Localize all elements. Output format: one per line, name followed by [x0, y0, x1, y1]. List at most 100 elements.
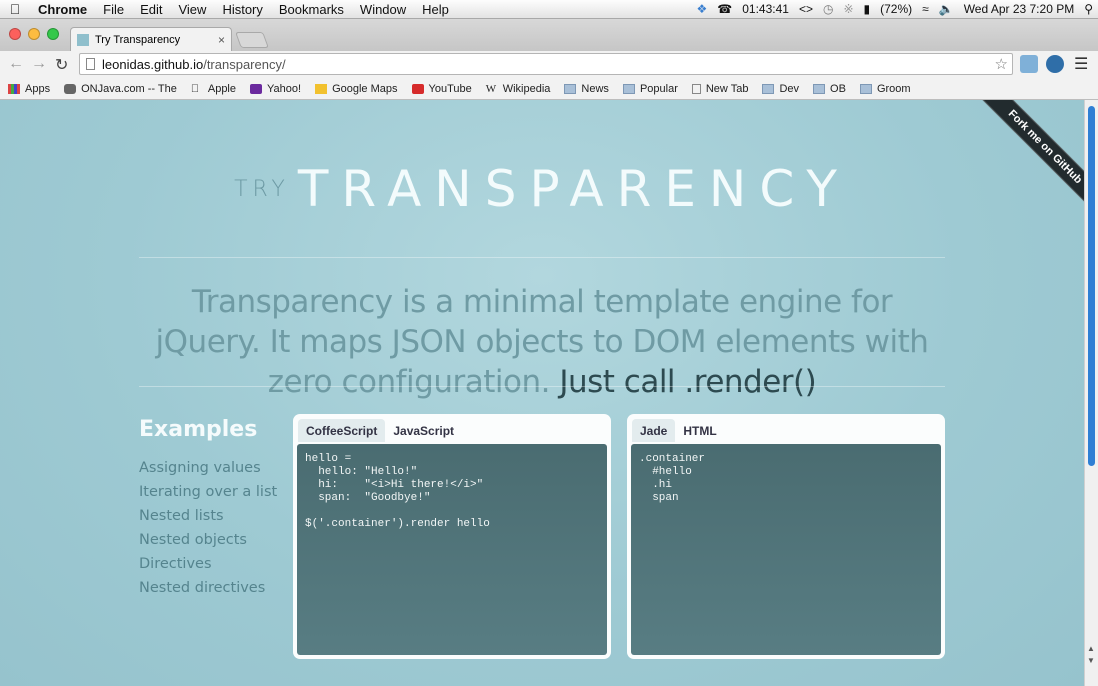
- bluetooth-icon[interactable]: ※: [838, 2, 858, 16]
- examples-heading: Examples: [139, 417, 258, 442]
- hamburger-menu-icon[interactable]: ☰: [1074, 54, 1088, 74]
- spotlight-search-icon[interactable]: ⚲: [1079, 2, 1098, 16]
- folder-icon: [813, 83, 826, 94]
- bookmark-folder-news[interactable]: News: [564, 83, 609, 95]
- phone-icon[interactable]: ☎: [712, 2, 737, 16]
- folder-icon: [859, 83, 872, 94]
- bookmark-label: OB: [830, 82, 846, 95]
- wifi-icon[interactable]: ≈: [917, 2, 934, 16]
- apple-icon[interactable]: : [0, 1, 30, 17]
- dropbox-icon[interactable]: ❖: [692, 2, 713, 16]
- close-tab-icon[interactable]: ×: [218, 33, 225, 47]
- code-editor-data[interactable]: hello = hello: "Hello!" hi: "<i>Hi there…: [297, 444, 607, 655]
- menu-bookmarks[interactable]: Bookmarks: [271, 2, 352, 17]
- menu-bar:  Chrome File Edit View History Bookmark…: [0, 0, 1098, 19]
- browser-tab[interactable]: Try Transparency ×: [70, 27, 232, 51]
- menubar-status-area: ❖ ☎ 01:43:41 <> ◷ ※ ▮ (72%) ≈ 🔈 Wed Apr …: [692, 0, 1098, 18]
- browser-toolbar: ← → ↻ leonidas.github.io/transparency/ ☆…: [0, 51, 1098, 78]
- scrollbar-thumb[interactable]: [1088, 106, 1095, 466]
- folder-icon: [762, 83, 775, 94]
- reload-icon[interactable]: ↻: [55, 55, 68, 75]
- yahoo-icon: [250, 83, 262, 94]
- web-page: Fork me on GitHub TRY TRANSPARENCY Transp…: [0, 100, 1084, 686]
- url-host: leonidas.github.io: [102, 56, 204, 72]
- youtube-icon: [411, 83, 424, 94]
- menu-app-chrome[interactable]: Chrome: [30, 2, 95, 17]
- close-window-button[interactable]: [9, 28, 21, 40]
- bookmark-folder-popular[interactable]: Popular: [622, 82, 678, 95]
- example-link-nested-objects[interactable]: Nested objects: [139, 530, 277, 554]
- page-scrollbar[interactable]: ▲ ▼: [1084, 100, 1098, 686]
- bookmark-folder-dev[interactable]: Dev: [762, 83, 799, 95]
- bookmark-label: ONJava.com -- The: [81, 82, 177, 95]
- example-link-assigning-values[interactable]: Assigning values: [139, 458, 277, 482]
- bookmark-label: Apps: [25, 82, 51, 95]
- menu-edit[interactable]: Edit: [132, 2, 170, 17]
- page-title: TRY TRANSPARENCY: [0, 160, 1084, 218]
- address-bar[interactable]: leonidas.github.io/transparency/ ☆: [79, 53, 1013, 75]
- battery-percent[interactable]: (72%): [875, 2, 917, 16]
- tab-strip: Try Transparency ×: [0, 19, 1098, 51]
- menu-file[interactable]: File: [95, 2, 132, 17]
- time-machine-icon[interactable]: ◷: [818, 2, 838, 16]
- code-icon[interactable]: <>: [794, 2, 818, 16]
- clock-readout[interactable]: 01:43:41: [737, 2, 794, 16]
- tab-html[interactable]: HTML: [675, 419, 724, 442]
- code-tabs: CoffeeScript JavaScript: [293, 414, 611, 442]
- folder-icon: [564, 83, 577, 94]
- bookmark-label: Popular: [639, 82, 678, 95]
- menu-help[interactable]: Help: [414, 2, 457, 17]
- forward-arrow-icon[interactable]: →: [31, 55, 47, 73]
- bookmark-youtube[interactable]: YouTube: [411, 82, 472, 95]
- wikipedia-icon: W: [485, 82, 497, 95]
- menu-history[interactable]: History: [214, 2, 270, 17]
- example-link-nested-directives[interactable]: Nested directives: [139, 578, 277, 602]
- tab-jade[interactable]: Jade: [632, 419, 676, 442]
- scroll-up-arrow-icon[interactable]: ▲: [1087, 644, 1095, 653]
- bookmark-label: Groom: [876, 82, 911, 95]
- code-editor-template[interactable]: .container #hello .hi span: [631, 444, 941, 655]
- bookmark-label: YouTube: [428, 82, 472, 95]
- volume-icon[interactable]: 🔈: [934, 2, 959, 16]
- title-transparency: TRANSPARENCY: [297, 160, 850, 218]
- date-time[interactable]: Wed Apr 23 7:20 PM: [959, 2, 1080, 16]
- bookmark-label: Google Maps: [332, 82, 398, 95]
- bookmark-new-tab[interactable]: New Tab: [691, 82, 749, 95]
- code-panel-template: Jade HTML .container #hello .hi span: [627, 414, 945, 659]
- bookmark-folder-groom[interactable]: Groom: [859, 82, 911, 95]
- bookmark-apps[interactable]: Apps: [8, 83, 50, 95]
- battery-icon[interactable]: ▮: [859, 2, 876, 16]
- menu-window[interactable]: Window: [352, 2, 414, 17]
- example-link-iterating[interactable]: Iterating over a list: [139, 482, 277, 506]
- minimize-window-button[interactable]: [28, 28, 40, 40]
- new-tab-button[interactable]: [235, 32, 269, 48]
- back-arrow-icon[interactable]: ←: [8, 55, 24, 73]
- bookmark-google-maps[interactable]: Google Maps: [315, 82, 398, 95]
- example-link-directives[interactable]: Directives: [139, 554, 277, 578]
- google-maps-icon: [315, 83, 328, 94]
- divider: [139, 386, 945, 387]
- scroll-down-arrow-icon[interactable]: ▼: [1087, 656, 1095, 665]
- profile-extension-icon[interactable]: [1046, 55, 1064, 73]
- example-link-nested-lists[interactable]: Nested lists: [139, 506, 277, 530]
- zoom-window-button[interactable]: [47, 28, 59, 40]
- bookmark-label: Apple: [207, 82, 236, 95]
- folder-icon: [622, 83, 635, 94]
- bookmarks-bar: Apps ONJava.com -- The  Apple Yahoo! Goo…: [0, 78, 1098, 100]
- bookmark-star-icon[interactable]: ☆: [995, 55, 1008, 73]
- bookmark-apple[interactable]:  Apple: [191, 83, 236, 95]
- bookmark-label: New Tab: [705, 82, 749, 95]
- onjava-icon: [64, 83, 77, 94]
- menu-view[interactable]: View: [170, 2, 214, 17]
- bookmark-onjava[interactable]: ONJava.com -- The: [64, 83, 177, 95]
- bookmark-wikipedia[interactable]: W Wikipedia: [486, 83, 551, 95]
- bookmark-label: Yahoo!: [267, 82, 302, 95]
- bookmark-folder-ob[interactable]: OB: [813, 83, 846, 95]
- examples-list: Assigning values Iterating over a list N…: [139, 458, 277, 602]
- bookmark-label: Dev: [779, 82, 800, 95]
- extension-icon[interactable]: [1020, 55, 1038, 73]
- tab-coffeescript[interactable]: CoffeeScript: [298, 419, 386, 442]
- page-icon: [691, 83, 701, 94]
- bookmark-yahoo[interactable]: Yahoo!: [250, 83, 301, 95]
- tab-javascript[interactable]: JavaScript: [385, 419, 462, 442]
